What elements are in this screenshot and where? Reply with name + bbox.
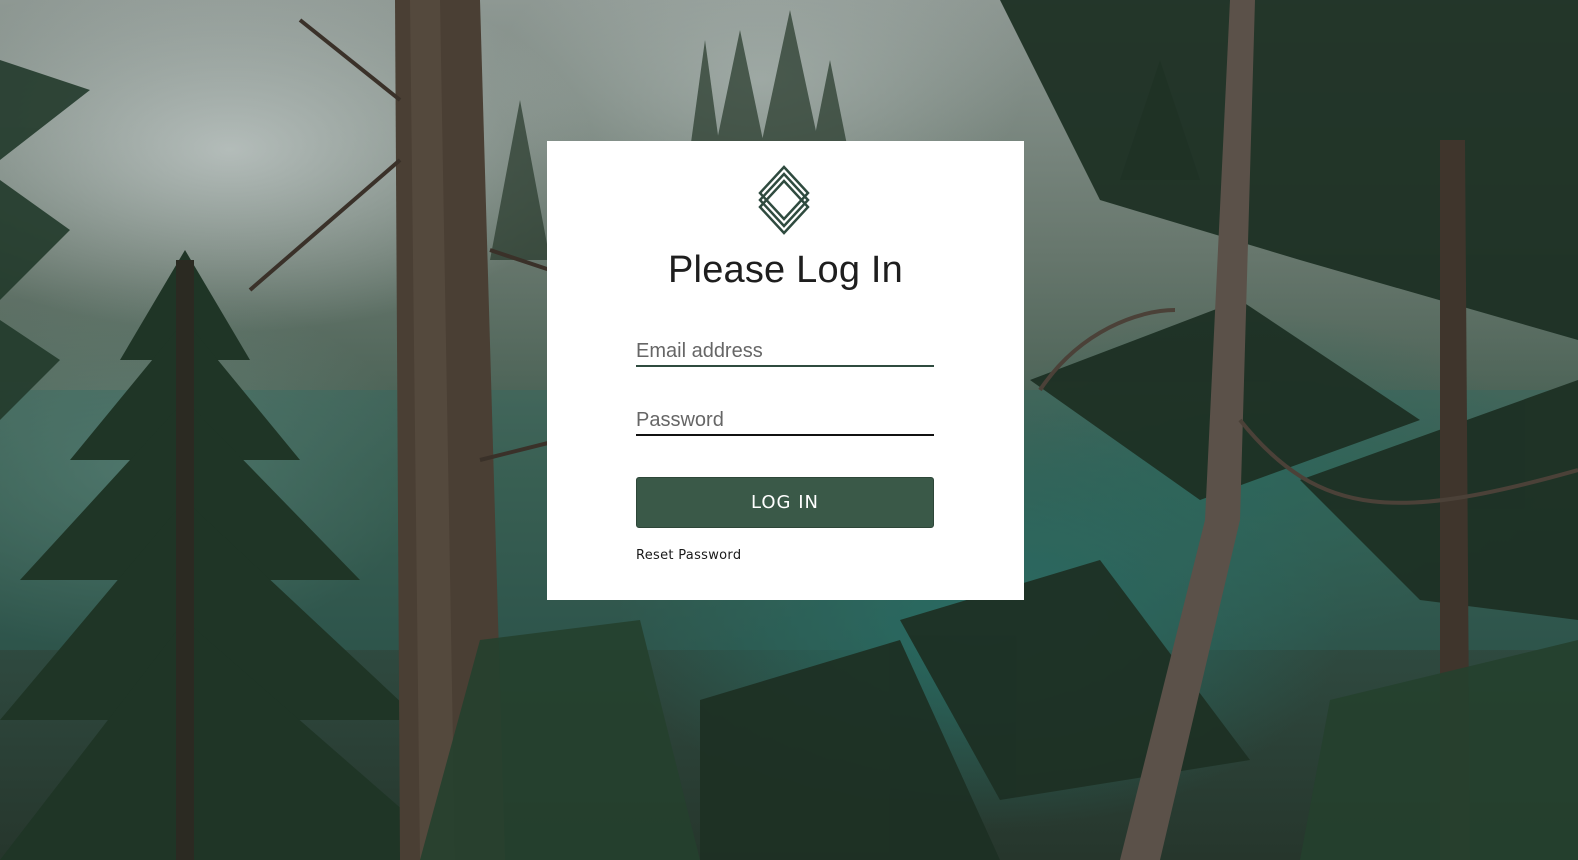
login-button[interactable]: LOG IN bbox=[636, 477, 934, 528]
layered-diamond-logo-icon bbox=[758, 165, 810, 235]
page-title: Please Log In bbox=[668, 249, 903, 291]
email-field[interactable] bbox=[636, 337, 934, 367]
reset-password-link[interactable]: Reset Password bbox=[636, 548, 741, 563]
password-field[interactable] bbox=[636, 406, 934, 436]
login-card: Please Log In LOG IN Reset Password bbox=[547, 141, 1024, 600]
